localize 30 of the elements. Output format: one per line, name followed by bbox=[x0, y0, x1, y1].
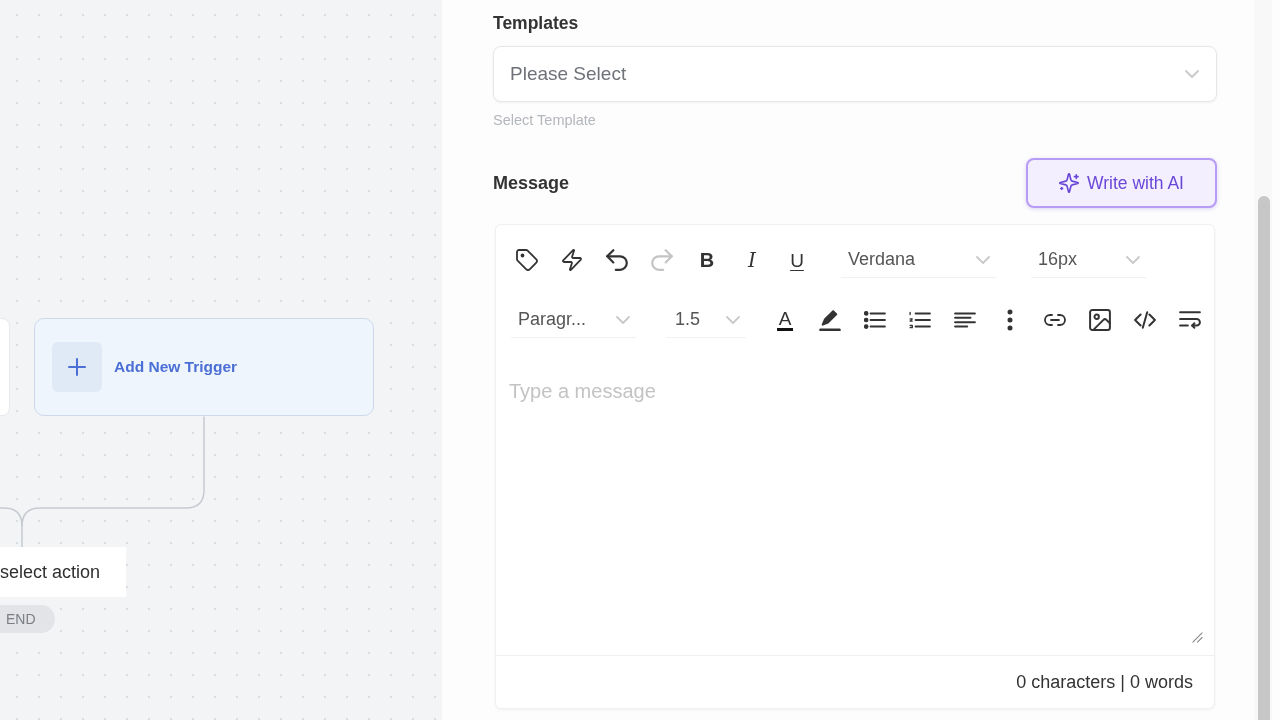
sparkle-icon bbox=[1059, 173, 1080, 193]
helper-text: Select Template bbox=[493, 111, 596, 130]
underline-button[interactable]: U bbox=[778, 242, 816, 278]
message-label: Message bbox=[493, 172, 570, 194]
add-trigger-button[interactable]: Add New Trigger bbox=[34, 318, 374, 416]
chevron-down-icon bbox=[1185, 67, 1199, 81]
tag-icon[interactable] bbox=[516, 249, 538, 271]
align-left-icon[interactable] bbox=[954, 309, 976, 331]
code-icon[interactable] bbox=[1134, 309, 1156, 331]
message-input[interactable]: Type a message bbox=[496, 355, 1214, 655]
action-node[interactable]: select action bbox=[0, 547, 126, 597]
image-icon[interactable] bbox=[1089, 309, 1111, 331]
write-with-ai-button[interactable]: Write with AI bbox=[1026, 158, 1217, 208]
resize-handle-icon bbox=[1192, 632, 1203, 643]
wrap-text-icon[interactable] bbox=[1179, 309, 1201, 331]
highlighter-icon[interactable] bbox=[819, 309, 841, 331]
lightning-icon[interactable] bbox=[561, 249, 583, 271]
italic-button[interactable]: I bbox=[733, 242, 771, 278]
templates-label: Templates bbox=[493, 12, 579, 34]
end-node: END bbox=[0, 605, 55, 633]
text-color-button[interactable]: A bbox=[765, 302, 805, 338]
template-select[interactable]: Please Select bbox=[493, 46, 1217, 102]
message-editor[interactable]: B I U Verdana 16px Paragr... 1.5 A Type a message 0 characters | 0 words bbox=[495, 224, 1215, 709]
undo-icon[interactable] bbox=[606, 249, 628, 271]
bold-button[interactable]: B bbox=[688, 242, 726, 278]
scrollbar-thumb[interactable] bbox=[1258, 196, 1270, 720]
plus-icon bbox=[52, 342, 102, 392]
bullet-list-icon[interactable] bbox=[864, 309, 886, 331]
character-count: 0 characters | 0 words bbox=[1016, 670, 1193, 694]
numbered-list-icon[interactable] bbox=[909, 309, 931, 331]
